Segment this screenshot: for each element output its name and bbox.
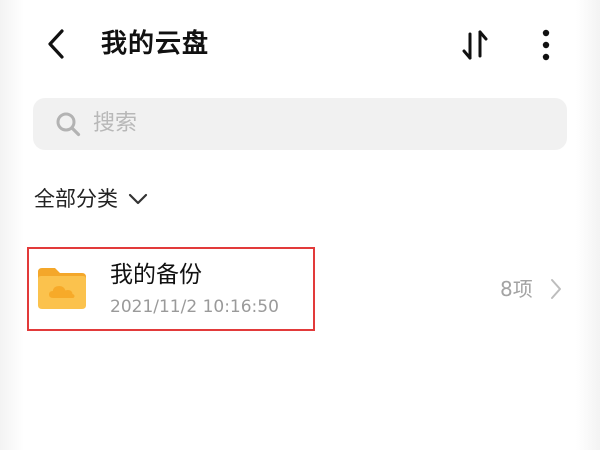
sort-icon: [462, 30, 488, 60]
chevron-left-icon: [48, 29, 64, 59]
cloud-folder-icon: [38, 268, 86, 309]
page-title: 我的云盘: [101, 29, 210, 59]
file-name: 我的备份: [110, 262, 202, 288]
sort-button[interactable]: [456, 26, 494, 64]
more-vertical-icon: [542, 29, 550, 61]
cloud-drive-screen: 我的云盘 搜索 全部分类 我的备份 2021/11/2 10:16:50 8项: [0, 0, 600, 450]
more-button[interactable]: [528, 26, 564, 64]
category-filter-label: 全部分类: [34, 187, 118, 211]
top-bar: 我的云盘: [0, 0, 600, 90]
search-icon: [56, 112, 81, 137]
category-filter[interactable]: 全部分类: [34, 182, 148, 216]
chevron-down-icon: [128, 193, 148, 205]
chevron-right-icon: [551, 279, 561, 299]
back-button[interactable]: [38, 26, 74, 62]
item-count: 8项: [500, 277, 533, 301]
search-placeholder: 搜索: [93, 111, 138, 136]
search-input[interactable]: 搜索: [33, 98, 567, 150]
list-item-backup-folder[interactable]: 我的备份 2021/11/2 10:16:50 8项: [0, 244, 600, 332]
file-date: 2021/11/2 10:16:50: [110, 297, 279, 317]
